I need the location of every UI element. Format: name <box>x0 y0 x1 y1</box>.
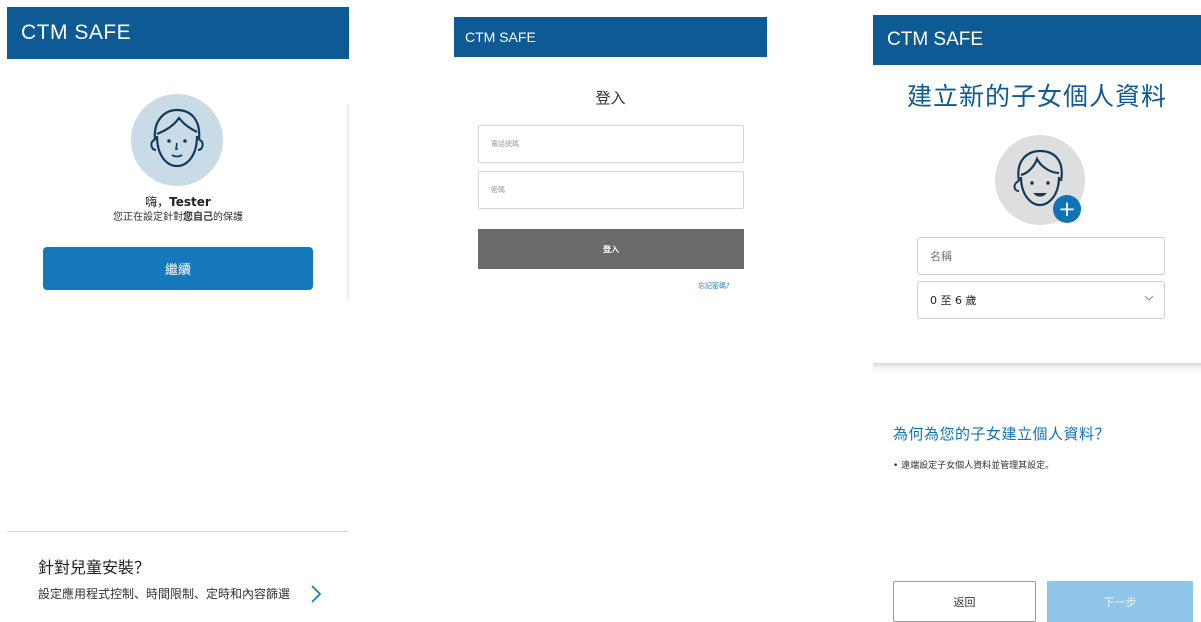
greeting-prefix: 嗨， <box>145 195 170 209</box>
child-install-description[interactable]: 設定應用程式控制、時間限制、定時和內容篩選 <box>38 585 296 603</box>
divider-line <box>347 104 349 300</box>
page-title: 登入 <box>595 89 626 107</box>
name-input[interactable] <box>917 237 1165 275</box>
why-title: 為何為您的子女建立個人資料？ <box>893 425 1111 443</box>
child-install-title[interactable]: 針對兒童安裝？ <box>38 554 150 578</box>
app-title: CTM SAFE <box>465 29 536 45</box>
section-separator <box>873 363 1201 375</box>
setup-target: 您自己 <box>183 212 213 223</box>
forgot-password-link[interactable]: 忘記密碼? <box>698 281 730 291</box>
screen-create-child-profile: CTM SAFE 建立新的子女個人資料 + 0 至 6 歲 為何為您的子女建立個… <box>873 15 1201 622</box>
avatar-icon <box>131 94 223 186</box>
back-button[interactable]: 返回 <box>893 581 1036 622</box>
screen-login: CTM SAFE 登入 電話號碼 密碼 登入 忘記密碼? <box>454 17 767 337</box>
age-select[interactable]: 0 至 6 歲 <box>917 281 1165 319</box>
continue-button[interactable]: 繼續 <box>43 247 313 290</box>
setup-suffix: 的保護 <box>213 212 243 223</box>
chevron-right-icon[interactable] <box>309 583 323 611</box>
user-name: Tester <box>169 195 211 209</box>
app-header: CTM SAFE <box>7 7 349 59</box>
app-header: CTM SAFE <box>454 17 767 57</box>
phone-field[interactable]: 電話號碼 <box>478 125 744 163</box>
app-header: CTM SAFE <box>873 15 1201 65</box>
chevron-down-icon <box>1144 292 1154 305</box>
why-bullet: • 遠端設定子女個人資料並管理其設定。 <box>893 461 1055 471</box>
add-photo-icon[interactable]: + <box>1053 195 1081 223</box>
setup-prefix: 您正在設定針對 <box>113 212 183 223</box>
app-title: CTM SAFE <box>21 21 132 44</box>
password-field[interactable]: 密碼 <box>478 171 744 209</box>
screen-self-protection: CTM SAFE 嗨，Tester 您正在設定針對您自己的保護 繼續 針對兒童安… <box>7 7 349 622</box>
next-button[interactable]: 下一步 <box>1047 581 1193 622</box>
page-title: 建立新的子女個人資料 <box>906 82 1167 111</box>
login-button[interactable]: 登入 <box>478 229 744 269</box>
setup-description: 您正在設定針對您自己的保護 <box>7 208 349 223</box>
app-title: CTM SAFE <box>887 29 984 50</box>
divider <box>7 531 349 532</box>
age-select-value: 0 至 6 歲 <box>930 294 977 307</box>
